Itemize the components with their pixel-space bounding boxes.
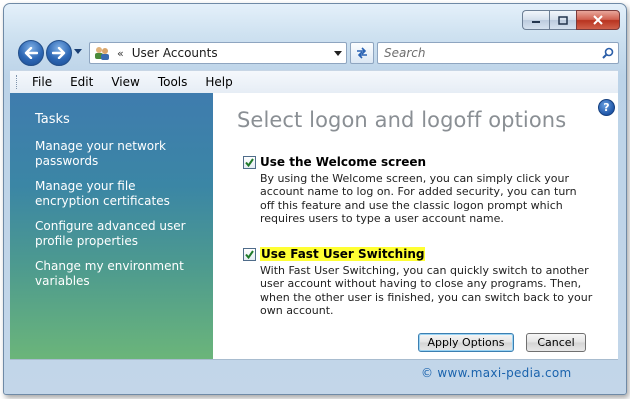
address-text: User Accounts: [131, 46, 218, 60]
apply-options-button[interactable]: Apply Options: [418, 333, 514, 352]
sidebar-link-advanced-profile[interactable]: Configure advanced user profile properti…: [35, 219, 195, 249]
menu-help[interactable]: Help: [203, 73, 234, 91]
minimize-icon: [532, 21, 540, 23]
checkmark-icon: [245, 157, 254, 167]
fast-user-switching-checkbox[interactable]: [243, 247, 256, 261]
menu-bar: File Edit View Tools Help: [10, 70, 618, 94]
fast-user-switching-label[interactable]: Use Fast User Switching: [260, 247, 426, 261]
fast-user-switching-description: With Fast User Switching, you can quickl…: [260, 264, 593, 317]
main-panel: ? Select logon and logoff options Use th…: [213, 93, 618, 359]
search-input[interactable]: [378, 45, 598, 61]
recent-pages-dropdown-icon[interactable]: [74, 49, 82, 54]
forward-arrow-icon: [52, 47, 66, 59]
sidebar-link-environment-variables[interactable]: Change my environment variables: [35, 259, 195, 289]
menu-grip: [16, 75, 20, 89]
cancel-button[interactable]: Cancel: [526, 333, 586, 352]
welcome-screen-description: By using the Welcome screen, you can sim…: [260, 172, 577, 225]
menu-file[interactable]: File: [30, 73, 54, 91]
navigation-bar: « User Accounts: [14, 38, 620, 68]
welcome-screen-label[interactable]: Use the Welcome screen: [260, 155, 426, 169]
refresh-icon: [357, 47, 367, 59]
address-chevron[interactable]: «: [117, 47, 124, 60]
address-dropdown-icon[interactable]: [330, 43, 346, 63]
welcome-screen-option: Use the Welcome screen By using the Welc…: [243, 155, 593, 225]
watermark: © www.maxi-pedia.com: [421, 366, 572, 380]
close-button[interactable]: [576, 10, 620, 30]
tasks-sidebar: Tasks Manage your network passwords Mana…: [10, 93, 213, 359]
content-area: Tasks Manage your network passwords Mana…: [10, 93, 618, 360]
maximize-button[interactable]: [549, 10, 576, 30]
welcome-screen-checkbox[interactable]: [243, 155, 256, 169]
sidebar-link-file-encryption[interactable]: Manage your file encryption certificates: [35, 179, 195, 209]
checkmark-icon: [245, 249, 254, 259]
close-icon: [593, 15, 603, 25]
minimize-button[interactable]: [522, 10, 549, 30]
fast-user-switching-option: Use Fast User Switching With Fast User S…: [243, 247, 593, 317]
maximize-icon: [558, 15, 568, 25]
user-accounts-icon: [95, 47, 109, 60]
page-title: Select logon and logoff options: [237, 108, 567, 132]
caption-buttons: [522, 10, 620, 30]
sidebar-link-network-passwords[interactable]: Manage your network passwords: [35, 139, 195, 169]
tasks-heading: Tasks: [35, 112, 70, 127]
search-box[interactable]: [377, 42, 619, 64]
menu-tools[interactable]: Tools: [156, 73, 190, 91]
menu-edit[interactable]: Edit: [68, 73, 95, 91]
forward-button[interactable]: [46, 40, 72, 66]
address-bar[interactable]: « User Accounts: [89, 42, 347, 64]
menu-view[interactable]: View: [109, 73, 141, 91]
search-icon[interactable]: [598, 47, 618, 59]
explorer-window: « User Accounts File Edit View Tools Hel…: [3, 3, 627, 395]
help-icon[interactable]: ?: [598, 99, 615, 116]
back-button[interactable]: [18, 40, 44, 66]
back-arrow-icon: [24, 47, 38, 59]
refresh-button[interactable]: [350, 42, 374, 64]
